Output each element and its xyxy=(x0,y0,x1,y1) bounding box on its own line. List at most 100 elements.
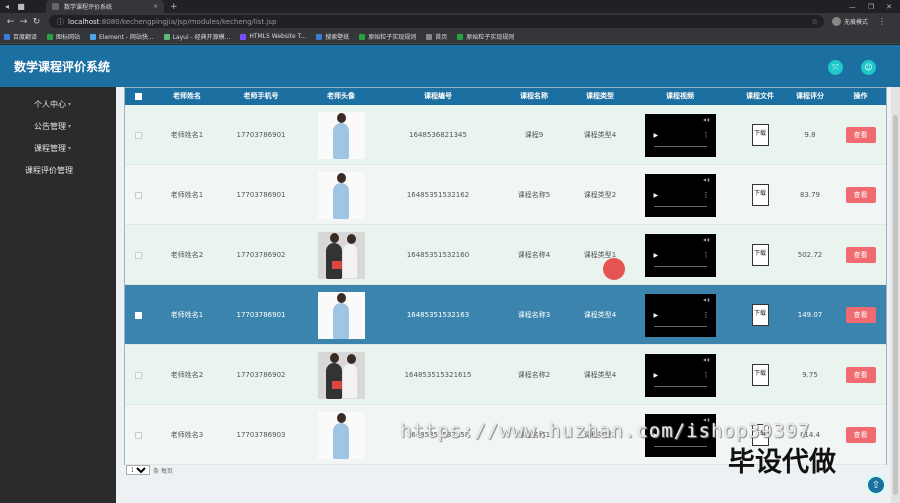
fullscreen-icon[interactable]: ⤧ xyxy=(828,60,843,75)
table-row[interactable]: 老师姓名2 17703786902 16485351532160 课程名称4 课程类型1… xyxy=(125,225,886,285)
info-icon[interactable]: ⓘ xyxy=(57,17,64,27)
bookmark-item[interactable]: HTML5 Website T... xyxy=(240,33,306,40)
bookmark-item[interactable]: Layui - 经典开源模... xyxy=(163,32,230,41)
tab-menu-icon[interactable]: ◂ xyxy=(0,2,14,11)
row-checkbox[interactable] xyxy=(134,131,142,139)
page-size-select[interactable]: 10 xyxy=(126,465,150,475)
download-button[interactable]: 下载 xyxy=(751,304,769,326)
action-cell: 查看 xyxy=(835,345,886,405)
course-video-player[interactable]: ▶ ⋮ ◀ ▮ xyxy=(644,233,716,277)
select-all-checkbox[interactable] xyxy=(134,93,142,100)
column-header[interactable]: 课程编号 xyxy=(383,88,493,105)
view-button[interactable]: 查看 xyxy=(845,367,876,383)
video-menu-icon[interactable]: ⋮ xyxy=(703,131,710,139)
teacher-name: 老师姓名1 xyxy=(170,131,204,139)
user-icon[interactable]: ☺ xyxy=(861,60,876,75)
course-type: 课程类型2 xyxy=(583,191,617,199)
column-header[interactable]: 课程视频 xyxy=(625,88,735,105)
browser-tab[interactable]: 数学课程评价系统 × xyxy=(46,0,164,13)
row-checkbox[interactable] xyxy=(134,431,142,439)
video-menu-icon[interactable]: ⋮ xyxy=(703,311,710,319)
video-progress-track[interactable] xyxy=(653,205,707,207)
column-header[interactable]: 课程类型 xyxy=(575,88,625,105)
column-header[interactable]: 操作 xyxy=(835,88,886,105)
view-button[interactable]: 查看 xyxy=(845,307,876,323)
column-header[interactable]: 课程文件 xyxy=(735,88,785,105)
play-icon[interactable]: ▶ xyxy=(654,132,659,139)
profile-button[interactable]: 无痕模式 xyxy=(832,17,868,26)
bookmark-item[interactable]: 首页 xyxy=(426,32,447,41)
video-menu-icon[interactable]: ⋮ xyxy=(703,371,710,379)
bookmark-label: 首页 xyxy=(435,34,448,41)
video-menu-icon[interactable]: ⋮ xyxy=(703,191,710,199)
new-tab-icon[interactable]: + xyxy=(170,2,178,12)
bookmark-item[interactable]: 图标网站 xyxy=(47,32,80,41)
play-icon[interactable]: ▶ xyxy=(654,192,659,199)
column-header[interactable]: 老师头像 xyxy=(299,88,383,105)
download-button[interactable]: 下载 xyxy=(751,124,769,146)
row-checkbox[interactable] xyxy=(134,371,142,379)
video-progress-track[interactable] xyxy=(653,445,707,447)
scrollbar-thumb[interactable] xyxy=(893,115,898,495)
bookmark-item[interactable]: 百度翻译 xyxy=(4,32,37,41)
view-button[interactable]: 查看 xyxy=(845,427,876,443)
play-icon[interactable]: ▶ xyxy=(654,252,659,259)
back-icon[interactable]: ← xyxy=(4,17,17,27)
action-cell: 查看 xyxy=(835,225,886,285)
sidebar-item[interactable]: 个人中心 ▾ xyxy=(34,93,71,115)
view-button[interactable]: 查看 xyxy=(845,127,876,143)
table-row[interactable]: 老师姓名1 17703786901 16485351532163 课程名称3 课程类型4… xyxy=(125,285,886,345)
forward-icon[interactable]: → xyxy=(17,17,30,27)
view-button[interactable]: 查看 xyxy=(845,247,876,263)
column-header[interactable]: 老师姓名 xyxy=(151,88,223,105)
bookmark-item[interactable]: Element - 网站快... xyxy=(90,32,154,41)
incognito-avatar-icon xyxy=(832,17,841,26)
back-to-top-icon[interactable]: ⇧ xyxy=(866,475,886,495)
download-button[interactable]: 下载 xyxy=(751,364,769,386)
course-video-player[interactable]: ▶ ⋮ ◀ ▮ xyxy=(644,293,716,337)
course-video-player[interactable]: ▶ ⋮ ◀ ▮ xyxy=(644,113,716,157)
maximize-icon[interactable]: ❐ xyxy=(868,3,874,11)
sidebar-item[interactable]: 课程管理 ▾ xyxy=(34,137,71,159)
row-checkbox[interactable] xyxy=(134,191,142,199)
tab-square-icon[interactable]: ■ xyxy=(14,2,28,11)
column-header[interactable]: 课程名称 xyxy=(493,88,575,105)
table-row[interactable]: 老师姓名1 17703786901 16485351532162 课程名称5 课程类型2… xyxy=(125,165,886,225)
page-scrollbar[interactable] xyxy=(891,87,900,503)
row-checkbox[interactable] xyxy=(134,311,142,319)
sidebar-item-label: 课程评价管理 xyxy=(25,165,73,175)
video-progress-track[interactable] xyxy=(653,265,707,267)
action-cell: 查看 xyxy=(835,165,886,225)
close-window-icon[interactable]: ✕ xyxy=(886,3,892,11)
download-button[interactable]: 下载 xyxy=(751,184,769,206)
download-button[interactable]: 下载 xyxy=(751,244,769,266)
browser-menu-icon[interactable]: ⋮ xyxy=(878,17,886,26)
view-button[interactable]: 查看 xyxy=(845,187,876,203)
bookmark-star-icon[interactable]: ☆ xyxy=(812,18,818,26)
sidebar-item[interactable]: 公告管理 ▾ xyxy=(34,115,71,137)
column-header[interactable]: 老师手机号 xyxy=(223,88,299,105)
play-icon[interactable]: ▶ xyxy=(654,312,659,319)
reload-icon[interactable]: ↻ xyxy=(30,17,43,27)
course-video-player[interactable]: ▶ ⋮ ◀ ▮ xyxy=(644,353,716,397)
row-checkbox[interactable] xyxy=(134,251,142,259)
bookmark-item[interactable]: 搜索壁纸 xyxy=(316,32,349,41)
sidebar-item[interactable]: 课程评价管理 xyxy=(25,159,73,181)
table-row[interactable]: 老师姓名2 17703786902 164853515321615 课程名称2 课程类型… xyxy=(125,345,886,405)
video-progress-track[interactable] xyxy=(653,145,707,147)
course-file-cell: 下载 xyxy=(735,225,785,285)
table-row[interactable]: 老师姓名1 17703786901 1648536821345 课程9 课程类型4 ▶ ⋮ ◀… xyxy=(125,105,886,165)
course-video-player[interactable]: ▶ ⋮ ◀ ▮ xyxy=(644,173,716,217)
play-icon[interactable]: ▶ xyxy=(654,372,659,379)
video-menu-icon[interactable]: ⋮ xyxy=(703,251,710,259)
video-progress-track[interactable] xyxy=(653,385,707,387)
column-header[interactable]: 课程评分 xyxy=(785,88,835,105)
video-progress-track[interactable] xyxy=(653,325,707,327)
address-bar[interactable]: ⓘ localhost:8080/kechengpingjia/jsp/modu… xyxy=(49,15,824,28)
minimize-icon[interactable]: — xyxy=(849,3,856,11)
close-tab-icon[interactable]: × xyxy=(153,3,158,10)
course-code-cell: 16485351532163 xyxy=(383,285,493,345)
chevron-down-icon: ▾ xyxy=(68,100,72,108)
bookmark-item[interactable]: 原始粒子实现规则 xyxy=(359,32,416,41)
bookmark-item[interactable]: 原始粒子实现规则 xyxy=(457,32,514,41)
